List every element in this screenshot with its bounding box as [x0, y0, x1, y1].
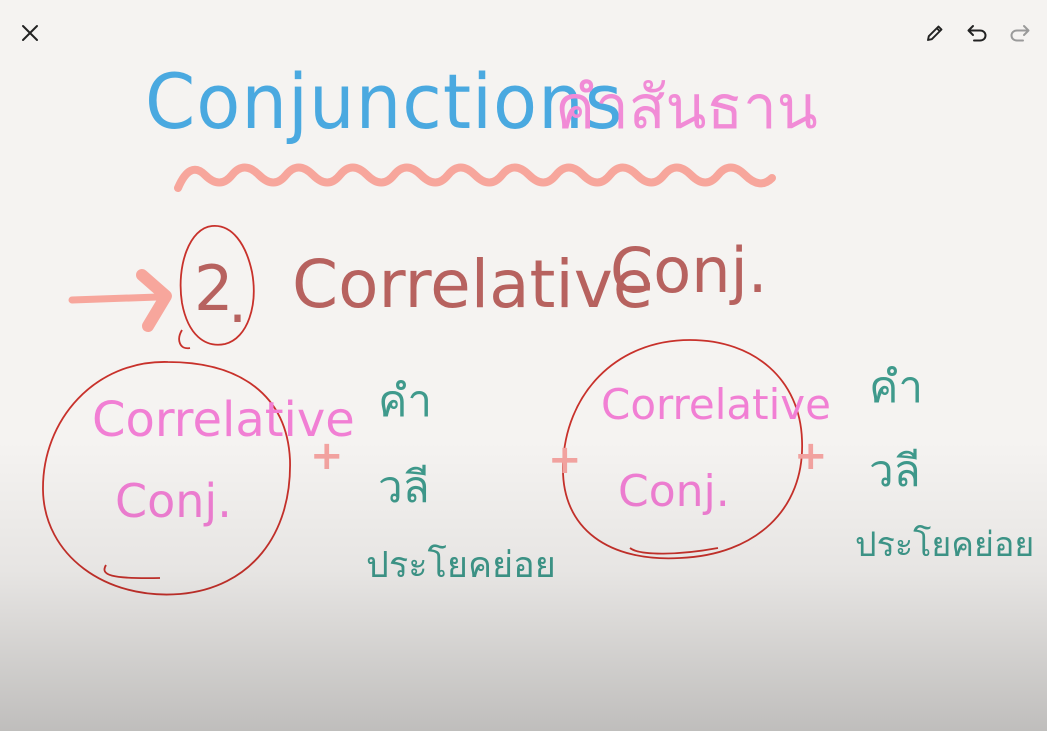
- redo-icon: [1010, 25, 1030, 42]
- arrow-stroke: [68, 293, 162, 304]
- redo-button[interactable]: [1002, 15, 1038, 51]
- word-kham-1: คำ: [378, 376, 433, 427]
- word-prayok-1: ประโยคย่อย: [366, 545, 556, 586]
- title-english: Conjunctions: [145, 57, 624, 147]
- heading-dot: .: [228, 267, 248, 337]
- plus-sign-1: +: [310, 433, 344, 479]
- plus-sign-2: +: [548, 437, 582, 483]
- pen-tool-button[interactable]: [917, 15, 953, 51]
- plus-sign-3: +: [794, 433, 828, 479]
- left-conj-text: Conj.: [115, 474, 232, 528]
- close-button[interactable]: [12, 15, 48, 51]
- undo-button[interactable]: [959, 15, 995, 51]
- undo-icon: [967, 25, 987, 42]
- wavy-underline: [174, 163, 776, 192]
- word-kham-2: คำ: [869, 362, 924, 413]
- right-circle: [562, 339, 803, 560]
- word-wali-2: วลี: [869, 446, 921, 497]
- close-icon: [22, 25, 38, 41]
- right-conj-text: Conj.: [618, 466, 730, 517]
- heading-conj: Conj.: [610, 234, 768, 307]
- whiteboard-canvas[interactable]: Conjunctions คำสันธาน 2 . Correlative Co…: [0, 0, 1047, 731]
- right-correlative-text: Correlative: [601, 380, 831, 429]
- heading-correlative: Correlative: [292, 246, 654, 323]
- word-prayok-2: ประโยคย่อย: [855, 525, 1035, 565]
- pencil-icon: [927, 25, 943, 41]
- word-wali-1: วลี: [378, 462, 430, 513]
- title-thai: คำสันธาน: [555, 73, 818, 143]
